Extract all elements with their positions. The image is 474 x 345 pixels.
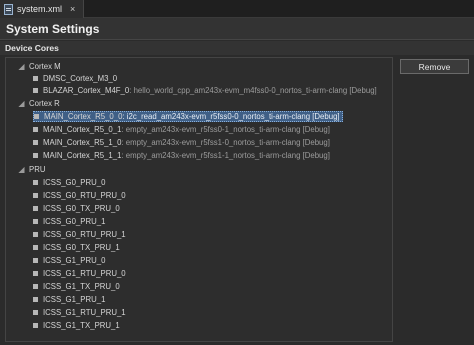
group-label: Cortex M [29, 62, 61, 71]
core-name: ICSS_G0_RTU_PRU_0 [43, 191, 126, 200]
collapse-icon[interactable]: ◢ [18, 100, 25, 108]
tree-item-selected[interactable]: MAIN_Cortex_R5_0_0 : i2c_read_am243x-evm… [33, 111, 343, 122]
tree-item[interactable]: BLAZAR_Cortex_M4F_0 : hello_world_cpp_am… [33, 85, 377, 96]
tab-system-xml[interactable]: system.xml × [0, 0, 84, 18]
tree-item[interactable]: ICSS_G1_TX_PRU_1 [33, 320, 120, 331]
core-name: MAIN_Cortex_R5_0_1 [43, 125, 122, 134]
core-name: ICSS_G0_TX_PRU_1 [43, 243, 120, 252]
tree-item[interactable]: ICSS_G1_PRU_1 [33, 294, 105, 305]
tree-group-pru[interactable]: ◢ PRU [6, 164, 45, 175]
core-icon [33, 140, 38, 145]
core-name: ICSS_G0_TX_PRU_0 [43, 204, 120, 213]
core-icon [33, 245, 38, 250]
collapse-icon[interactable]: ◢ [18, 166, 25, 174]
core-name: ICSS_G1_RTU_PRU_0 [43, 269, 126, 278]
core-icon [33, 271, 38, 276]
core-name: ICSS_G0_RTU_PRU_1 [43, 230, 126, 239]
tree-item[interactable]: ICSS_G0_TX_PRU_1 [33, 242, 120, 253]
tree-item[interactable]: ICSS_G0_PRU_0 [33, 177, 105, 188]
tree-item[interactable]: ICSS_G0_RTU_PRU_0 [33, 190, 126, 201]
tree-group-cortex-m[interactable]: ◢ Cortex M [6, 61, 61, 72]
tree-item[interactable]: MAIN_Cortex_R5_1_0 : empty_am243x-evm_r5… [33, 137, 330, 148]
core-icon [33, 180, 38, 185]
core-project: : hello_world_cpp_am243x-evm_m4fss0-0_no… [129, 86, 377, 95]
group-label: Cortex R [29, 99, 60, 108]
tree-item[interactable]: ICSS_G1_RTU_PRU_0 [33, 268, 126, 279]
core-name: MAIN_Cortex_R5_1_1 [43, 151, 122, 160]
core-icon [33, 258, 38, 263]
core-name: MAIN_Cortex_R5_1_0 [43, 138, 122, 147]
core-icon [33, 127, 38, 132]
core-icon [33, 76, 38, 81]
tree-item[interactable]: ICSS_G0_TX_PRU_0 [33, 203, 120, 214]
tree-group-cortex-r[interactable]: ◢ Cortex R [6, 98, 60, 109]
core-icon [33, 153, 38, 158]
core-name: DMSC_Cortex_M3_0 [43, 74, 118, 83]
tree-item[interactable]: ICSS_G0_PRU_1 [33, 216, 105, 227]
close-icon[interactable]: × [70, 4, 75, 14]
tab-label: system.xml [17, 4, 62, 14]
device-cores-tree[interactable]: ◢ Cortex M DMSC_Cortex_M3_0 BLAZAR_Corte… [5, 57, 393, 342]
xml-file-icon [4, 3, 13, 15]
editor-tab-bar: system.xml × [0, 0, 474, 18]
core-icon [33, 219, 38, 224]
section-header: Device Cores [0, 41, 474, 55]
core-icon [34, 114, 39, 119]
core-icon [33, 284, 38, 289]
core-name: ICSS_G1_TX_PRU_0 [43, 282, 120, 291]
core-project: : empty_am243x-evm_r5fss0-1_nortos_ti-ar… [121, 125, 330, 134]
tree-item[interactable]: ICSS_G1_PRU_0 [33, 255, 105, 266]
tree-item[interactable]: ICSS_G1_TX_PRU_0 [33, 281, 120, 292]
remove-button[interactable]: Remove [400, 59, 469, 74]
core-name: ICSS_G1_TX_PRU_1 [43, 321, 120, 330]
core-icon [33, 297, 38, 302]
section-title: Device Cores [5, 43, 59, 53]
core-icon [33, 310, 38, 315]
tree-item[interactable]: ICSS_G1_RTU_PRU_1 [33, 307, 126, 318]
core-name: ICSS_G0_PRU_0 [43, 178, 106, 187]
core-name: ICSS_G1_PRU_0 [43, 256, 106, 265]
core-name: ICSS_G0_PRU_1 [43, 217, 106, 226]
core-icon [33, 206, 38, 211]
tree-item[interactable]: ICSS_G0_RTU_PRU_1 [33, 229, 126, 240]
core-icon [33, 193, 38, 198]
tree-item[interactable]: MAIN_Cortex_R5_0_1 : empty_am243x-evm_r5… [33, 124, 330, 135]
core-name: MAIN_Cortex_R5_0_0 [44, 112, 123, 121]
collapse-icon[interactable]: ◢ [18, 63, 25, 71]
group-label: PRU [29, 165, 46, 174]
core-name: BLAZAR_Cortex_M4F_0 [43, 86, 130, 95]
core-project: : empty_am243x-evm_r5fss1-1_nortos_ti-ar… [121, 151, 330, 160]
core-project: : empty_am243x-evm_r5fss1-0_nortos_ti-ar… [121, 138, 330, 147]
tree-item[interactable]: DMSC_Cortex_M3_0 [33, 73, 117, 84]
core-name: ICSS_G1_PRU_1 [43, 295, 106, 304]
core-name: ICSS_G1_RTU_PRU_1 [43, 308, 126, 317]
core-icon [33, 232, 38, 237]
page-title: System Settings [6, 21, 100, 36]
core-icon [33, 88, 38, 93]
core-icon [33, 323, 38, 328]
tree-item[interactable]: MAIN_Cortex_R5_1_1 : empty_am243x-evm_r5… [33, 150, 330, 161]
page-header: System Settings [0, 18, 474, 40]
core-project: : i2c_read_am243x-evm_r5fss0-0_nortos_ti… [122, 112, 340, 121]
